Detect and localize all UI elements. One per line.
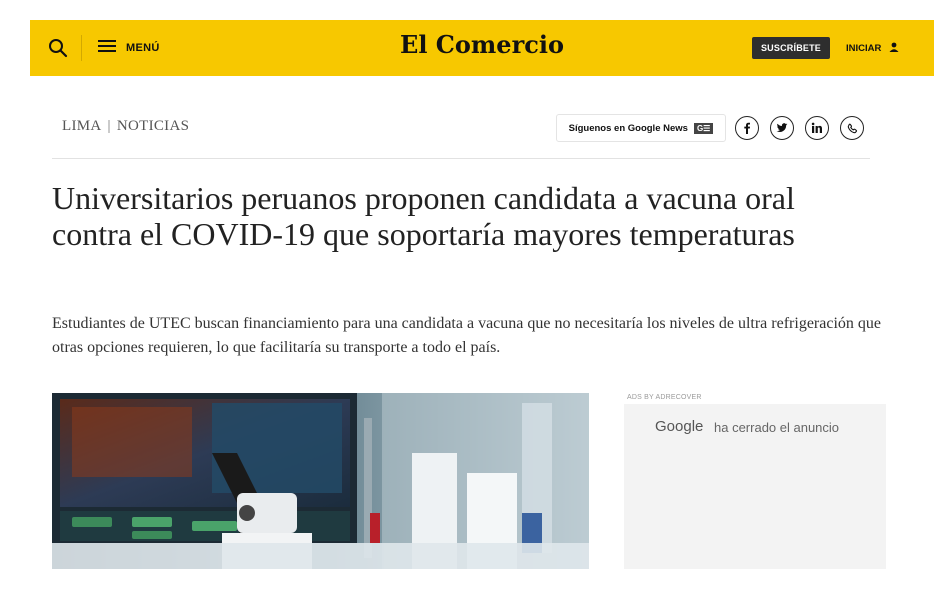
twitter-icon[interactable] <box>770 116 794 140</box>
breadcrumb-separator: | <box>107 118 111 134</box>
breadcrumb: LIMA | NOTICIAS <box>62 118 189 135</box>
article-headline: Universitarios peruanos proponen candida… <box>52 180 795 252</box>
site-header: MENÚ El Comercio SUSCRÍBETE INICIAR <box>30 20 934 76</box>
ad-closed-text: ha cerrado el anuncio <box>714 420 840 435</box>
search-icon[interactable] <box>48 38 68 58</box>
lab-photo <box>52 393 589 569</box>
google-news-label: Síguenos en Google News <box>568 122 688 134</box>
article-summary: Estudiantes de UTEC buscan financiamient… <box>52 315 881 356</box>
breadcrumb-category[interactable]: NOTICIAS <box>117 118 189 134</box>
google-news-button[interactable]: Síguenos en Google News G☰ <box>556 114 726 142</box>
ad-placeholder: Google ha cerrado el anuncio <box>624 404 886 569</box>
whatsapp-icon[interactable] <box>840 116 864 140</box>
login-button[interactable]: INICIAR <box>846 39 899 57</box>
breadcrumb-section[interactable]: LIMA <box>62 118 102 134</box>
menu-button[interactable]: MENÚ <box>98 38 160 58</box>
header-divider <box>81 35 82 61</box>
facebook-icon[interactable] <box>735 116 759 140</box>
linkedin-icon[interactable] <box>805 116 829 140</box>
user-icon <box>889 39 899 57</box>
header-divider-line <box>52 158 870 159</box>
subscribe-button[interactable]: SUSCRÍBETE <box>752 37 830 59</box>
google-news-icon: G☰ <box>693 122 714 134</box>
login-label: INICIAR <box>846 42 882 54</box>
menu-label: MENÚ <box>126 42 160 54</box>
hamburger-icon <box>98 39 116 58</box>
google-wordmark: Google <box>655 418 704 435</box>
article-hero-image[interactable] <box>52 393 589 569</box>
ads-label: ADS BY ADRECOVER <box>627 394 702 401</box>
